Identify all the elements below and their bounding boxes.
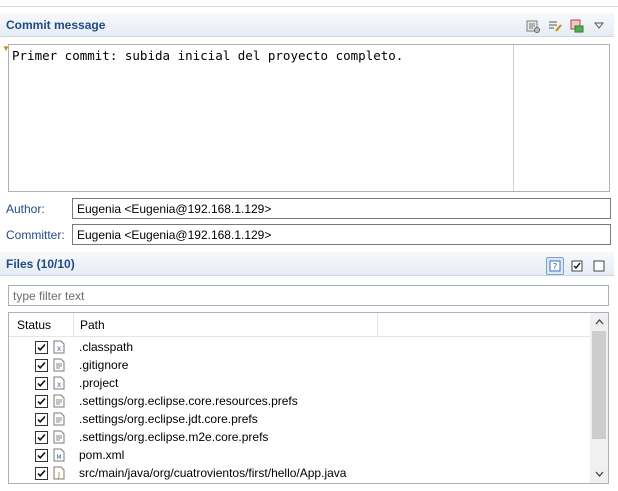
files-list: X .classpath .gitignore X .project .sett… <box>9 338 591 482</box>
files-table: Status Path X .classpath .gitignore X .p… <box>8 312 609 484</box>
svg-text:X: X <box>57 382 61 389</box>
svg-text:J: J <box>57 471 60 479</box>
scroll-up-chevron-icon[interactable] <box>590 314 608 330</box>
scroll-down-chevron-icon[interactable] <box>590 466 608 482</box>
margin-ruler <box>513 45 514 191</box>
file-path: .settings/org.eclipse.m2e.core.prefs <box>79 430 269 444</box>
commit-message-header: Commit message <box>0 13 614 37</box>
column-separator <box>73 313 74 337</box>
java-file-icon: J <box>53 466 65 480</box>
table-row[interactable]: X .classpath <box>9 338 591 356</box>
file-path: .settings/org.eclipse.jdt.core.prefs <box>79 412 258 426</box>
table-row[interactable]: .settings/org.eclipse.m2e.core.prefs <box>9 428 591 446</box>
files-vertical-scrollbar[interactable] <box>590 313 608 483</box>
path-column-header[interactable]: Path <box>80 318 105 332</box>
file-checkbox[interactable] <box>35 341 48 354</box>
text-file-icon <box>53 358 65 372</box>
table-row[interactable]: M pom.xml <box>9 446 591 464</box>
file-checkbox[interactable] <box>35 359 48 372</box>
file-path: .gitignore <box>79 358 129 372</box>
table-row[interactable]: .settings/org.eclipse.jdt.core.prefs <box>9 410 591 428</box>
files-filter-input[interactable] <box>8 285 609 306</box>
files-header: Files (10/10) ? <box>0 252 614 276</box>
file-checkbox[interactable] <box>35 431 48 444</box>
show-untracked-icon[interactable]: ? <box>546 257 564 275</box>
file-path: .settings/org.eclipse.core.resources.pre… <box>79 394 298 408</box>
view-menu-chevron-down-icon[interactable] <box>590 17 608 35</box>
deselect-all-icon[interactable] <box>590 257 608 275</box>
signed-off-by-icon[interactable] <box>546 17 564 35</box>
file-path: .classpath <box>79 340 134 354</box>
files-table-header: Status Path <box>9 313 591 337</box>
text-file-icon <box>53 394 65 408</box>
committer-input[interactable] <box>72 224 611 245</box>
commit-message-input[interactable]: Primer commit: subida inicial del proyec… <box>12 48 510 188</box>
svg-text:M: M <box>56 454 61 461</box>
top-divider <box>0 6 618 7</box>
author-label: Author: <box>6 202 45 216</box>
svg-text:?: ? <box>553 263 558 273</box>
text-file-icon <box>53 430 65 444</box>
file-checkbox[interactable] <box>35 413 48 426</box>
change-id-icon[interactable] <box>568 17 586 35</box>
table-row[interactable]: .gitignore <box>9 356 591 374</box>
file-path: src/main/java/org/cuatrovientos/first/he… <box>79 466 347 480</box>
file-path: .project <box>79 376 119 390</box>
table-row[interactable]: J src/main/java/org/cuatrovientos/first/… <box>9 464 591 482</box>
svg-text:X: X <box>57 346 61 353</box>
file-checkbox[interactable] <box>35 377 48 390</box>
xml-file-icon: X <box>53 376 65 390</box>
previous-messages-icon[interactable] <box>524 17 542 35</box>
scrollbar-thumb[interactable] <box>592 331 606 439</box>
status-column-header[interactable]: Status <box>17 318 51 332</box>
file-checkbox[interactable] <box>35 449 48 462</box>
files-title: Files (10/10) <box>6 257 75 271</box>
column-separator <box>377 313 378 337</box>
xml-file-icon: X <box>53 340 65 354</box>
text-file-icon <box>53 412 65 426</box>
file-checkbox[interactable] <box>35 395 48 408</box>
maven-pom-icon: M <box>53 448 65 462</box>
select-all-icon[interactable] <box>568 257 586 275</box>
commit-message-editor[interactable]: Primer commit: subida inicial del proyec… <box>8 44 610 192</box>
table-row[interactable]: X .project <box>9 374 591 392</box>
commit-message-title: Commit message <box>6 18 106 32</box>
file-path: pom.xml <box>79 448 125 462</box>
table-row[interactable]: .settings/org.eclipse.core.resources.pre… <box>9 392 591 410</box>
file-checkbox[interactable] <box>35 467 48 480</box>
author-input[interactable] <box>72 198 611 219</box>
committer-label: Committer: <box>6 228 65 242</box>
spelling-marker-icon: ▼ <box>2 44 10 53</box>
